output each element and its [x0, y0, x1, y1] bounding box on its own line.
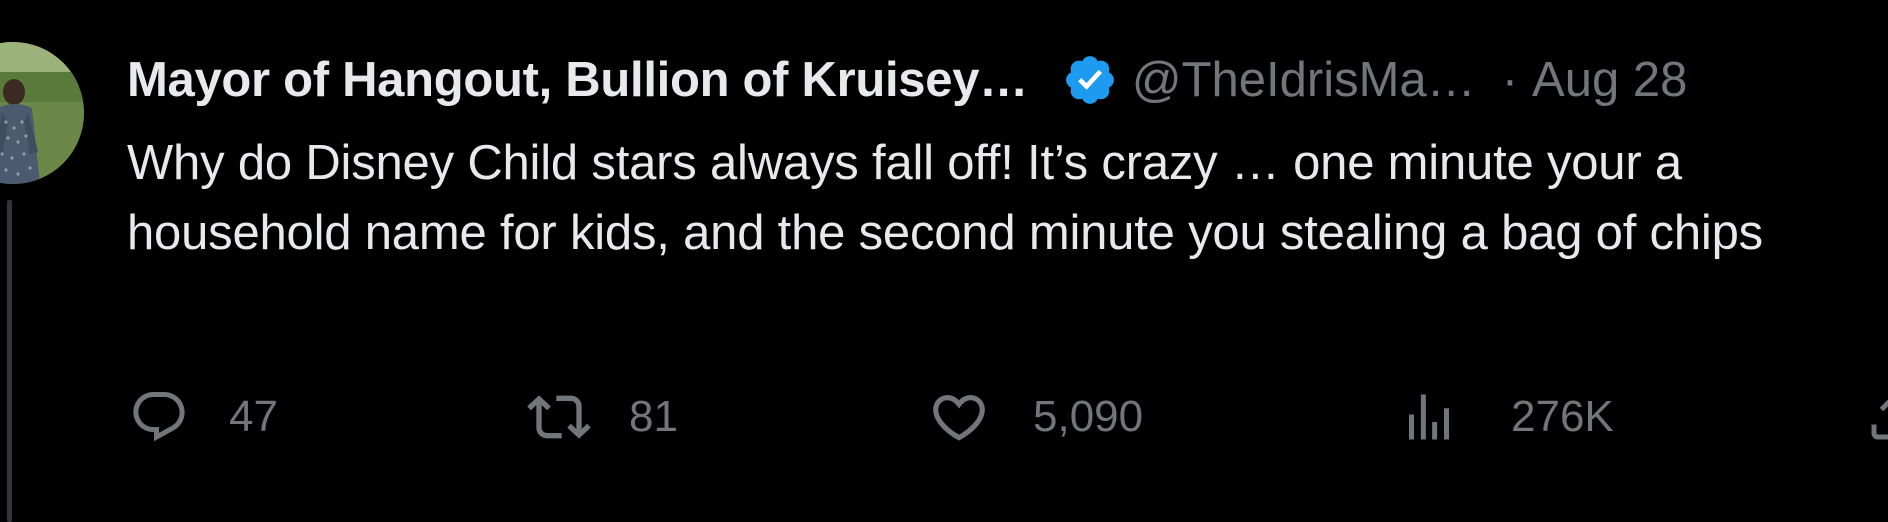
heart-icon[interactable]: [927, 385, 991, 449]
retweet-icon[interactable]: [527, 385, 591, 449]
like-count: 5,090: [1033, 392, 1144, 441]
views-count: 276K: [1511, 392, 1614, 441]
thread-line: [7, 200, 12, 522]
avatar[interactable]: [0, 42, 84, 184]
verified-badge-icon[interactable]: [1062, 52, 1118, 108]
tweet-date[interactable]: Aug 28: [1532, 52, 1687, 108]
user-handle[interactable]: @TheIdrisMa…: [1132, 52, 1476, 108]
tweet-header: Mayor of Hangout, Bullion of Kruisey… @T…: [127, 46, 1687, 114]
reply-count: 47: [229, 392, 278, 441]
share-icon[interactable]: [1862, 385, 1888, 449]
separator-dot: ·: [1501, 53, 1519, 107]
reply-button[interactable]: 47: [127, 385, 278, 449]
display-name[interactable]: Mayor of Hangout, Bullion of Kruisey…: [127, 52, 1028, 108]
share-button[interactable]: [1862, 385, 1888, 449]
like-button[interactable]: 5,090: [927, 385, 1143, 449]
retweet-button[interactable]: 81: [527, 385, 678, 449]
tweet-card[interactable]: Mayor of Hangout, Bullion of Kruisey… @T…: [0, 0, 1888, 522]
reply-icon[interactable]: [127, 385, 191, 449]
views-button[interactable]: 276K: [1397, 385, 1614, 449]
action-bar: 47 81 5,090 276K: [127, 385, 1888, 449]
views-chart-icon[interactable]: [1397, 385, 1461, 449]
tweet-text: Why do Disney Child stars always fall of…: [127, 136, 1763, 260]
retweet-count: 81: [629, 392, 678, 441]
